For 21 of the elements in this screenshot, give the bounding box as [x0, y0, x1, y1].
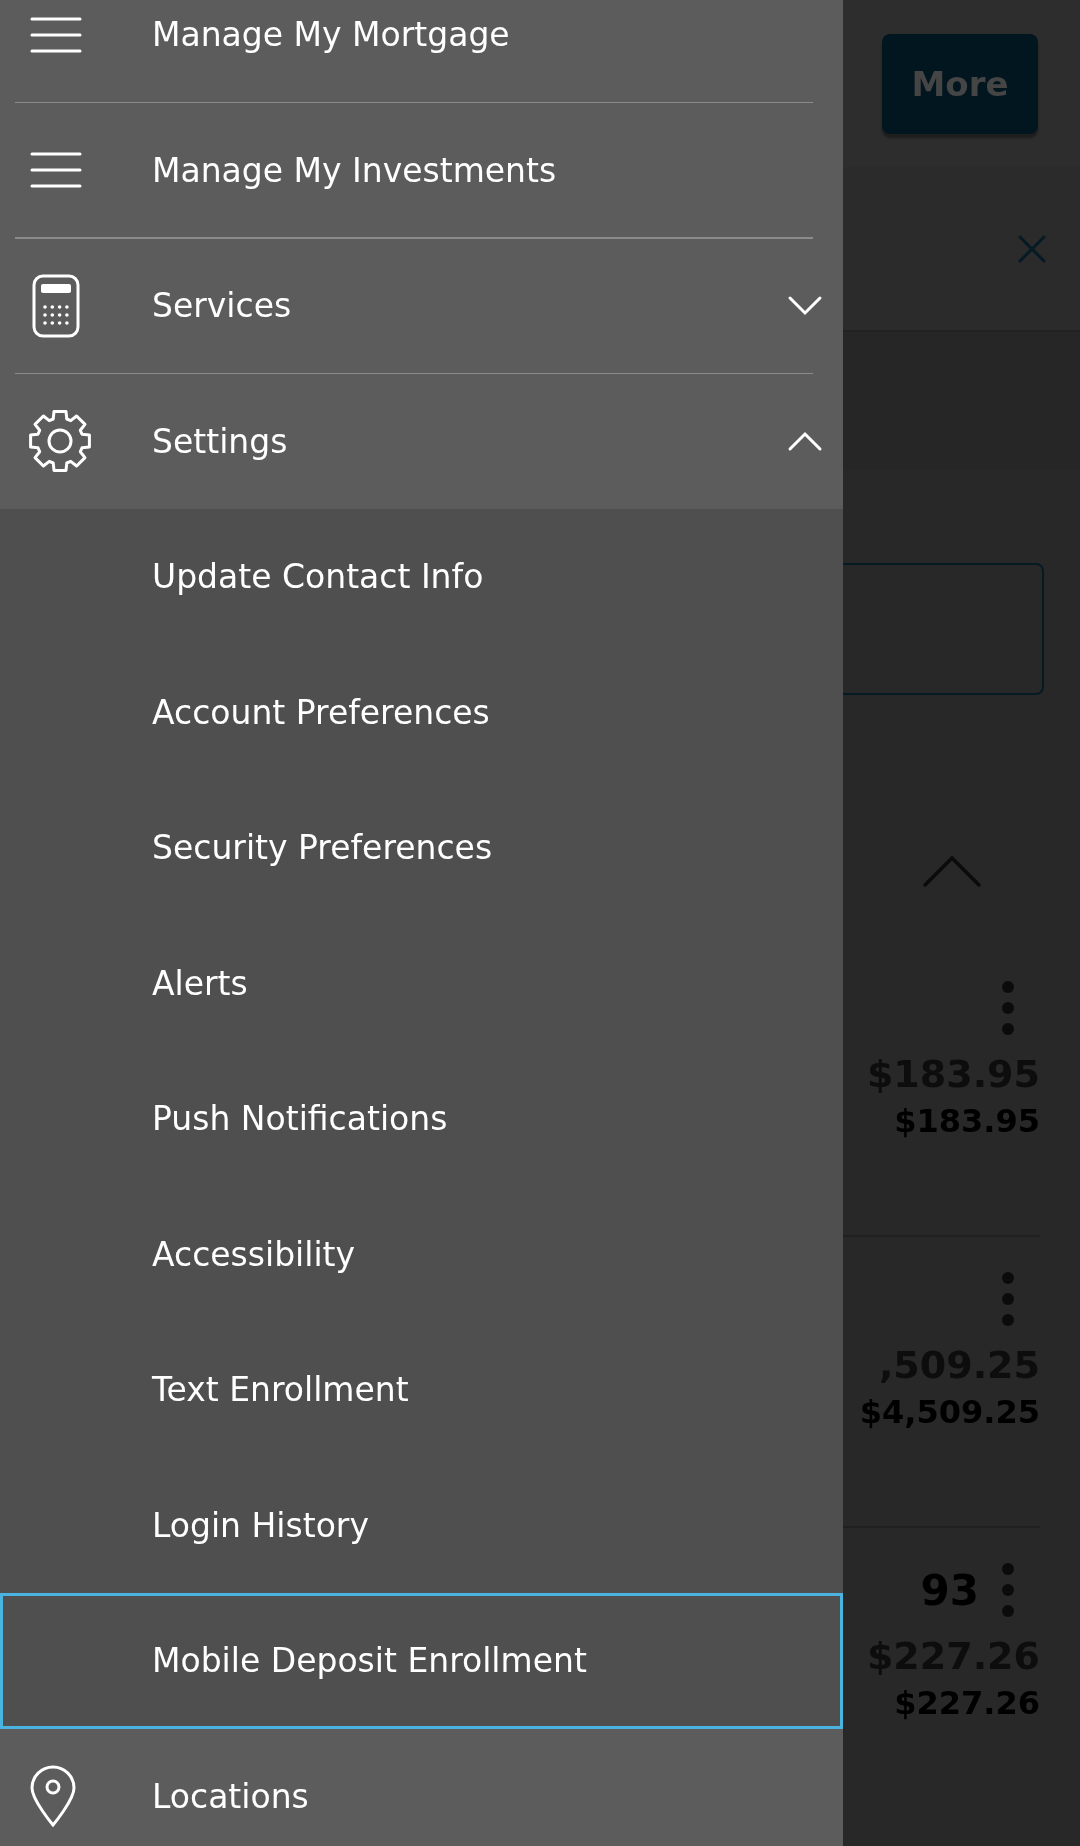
menu-item[interactable]: Locations: [0, 1728, 843, 1846]
settings-icon: [28, 409, 92, 474]
submenu-item[interactable]: Update Contact Info: [0, 509, 843, 645]
more-options-icon[interactable]: [1001, 1271, 1015, 1327]
submenu-item[interactable]: Alerts: [0, 915, 843, 1051]
menu-item[interactable]: Manage My Investments: [0, 102, 843, 238]
menu-item[interactable]: Services: [0, 238, 843, 374]
submenu-item[interactable]: Security Preferences: [0, 780, 843, 916]
submenu-item[interactable]: Text Enrollment: [0, 1322, 843, 1458]
more-options-icon[interactable]: [1001, 980, 1015, 1036]
submenu-item[interactable]: Account Preferences: [0, 644, 843, 780]
close-icon[interactable]: [1017, 233, 1047, 264]
collapse-icon[interactable]: [922, 854, 982, 888]
submenu-item[interactable]: Login History: [0, 1457, 843, 1593]
submenu-item[interactable]: Accessibility: [0, 1186, 843, 1322]
submenu-item[interactable]: Mobile Deposit Enrollment: [0, 1593, 843, 1729]
menu-item[interactable]: Settings: [0, 373, 843, 509]
location-pin-icon: [28, 1764, 78, 1829]
submenu-item[interactable]: Push Notifications: [0, 1051, 843, 1187]
menu-item[interactable]: Manage My Mortgage: [0, 0, 843, 103]
more-options-icon[interactable]: [1001, 1562, 1015, 1618]
